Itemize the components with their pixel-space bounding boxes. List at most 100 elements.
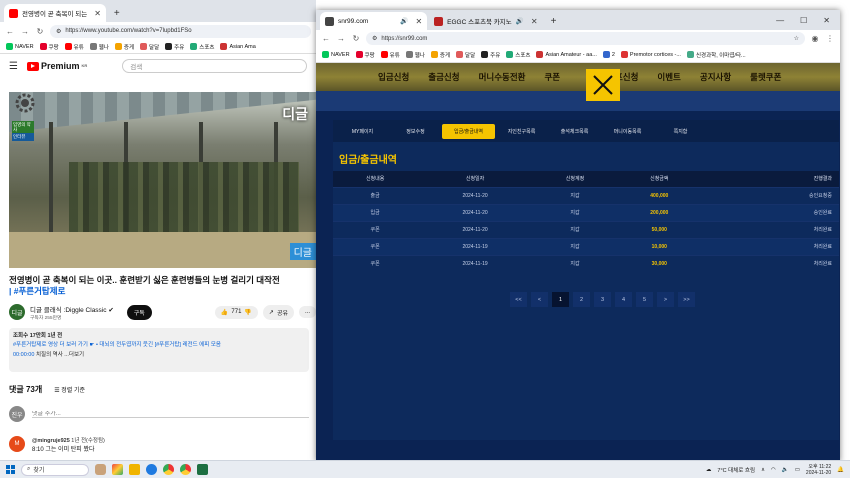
description-line[interactable]: #푸른거탑제로 영상 더 보러 가기 ☛ • 대뇌의 전두엽까지 웃긴 [#푸른…	[13, 341, 305, 350]
bookmark-item[interactable]: 증게	[430, 51, 450, 59]
bookmark-item[interactable]: Asian Ama	[220, 43, 256, 50]
file-explorer-icon[interactable]	[129, 464, 140, 475]
task-view-icon[interactable]	[112, 464, 123, 475]
subtab-deposit-history[interactable]: 입금/출금내역	[442, 123, 495, 139]
nav-coupon[interactable]: 쿠폰	[544, 71, 560, 83]
page-4-button[interactable]: 4	[615, 292, 632, 307]
subscribe-button[interactable]: 구독	[126, 304, 152, 320]
site-info-icon[interactable]: ⚙	[372, 35, 377, 42]
bookmark-item[interactable]: 주유	[481, 51, 500, 59]
nav-withdraw[interactable]: 출금신청	[428, 71, 459, 83]
page-prev-button[interactable]: <	[531, 292, 548, 307]
forward-icon[interactable]: →	[20, 27, 30, 36]
subtab-edit-info[interactable]: 정보수정	[389, 124, 442, 139]
kebab-menu-icon[interactable]: ⋮	[825, 34, 835, 43]
subtab-messages[interactable]: 쪽지함	[654, 124, 707, 139]
bookmark-item[interactable]: NAVER	[322, 51, 350, 58]
tab-snr99[interactable]: snr99.com 🔊 ✕	[320, 12, 428, 30]
bookmark-item[interactable]: 스포츠	[506, 51, 530, 59]
chrome-icon[interactable]	[180, 464, 191, 475]
channel-name[interactable]: 디글 클래식 :Diggle Classic ✔	[30, 304, 114, 314]
new-tab-button[interactable]: +	[108, 8, 126, 22]
video-description[interactable]: 조회수 17만회 1년 전 #푸른거탑제로 영상 더 보러 가기 ☛ • 대뇌의…	[9, 328, 309, 372]
page-first-button[interactable]: <<	[510, 292, 527, 307]
thumbs-down-icon[interactable]: 👎	[244, 309, 251, 316]
bookmark-item[interactable]: 증게	[114, 43, 134, 51]
commenter-avatar[interactable]: M	[9, 436, 25, 452]
bookmark-item[interactable]: 신경과학, 이마엽/타...	[686, 51, 746, 59]
close-icon[interactable]: ✕	[531, 17, 538, 26]
bookmark-item[interactable]: 쿠팡	[355, 51, 375, 59]
bookmark-star-icon[interactable]: ☆	[794, 35, 799, 42]
subtab-money-transfer[interactable]: 머니이동목록	[601, 124, 654, 139]
description-more[interactable]: 치질의 역사 ...더보기	[36, 352, 84, 358]
clock[interactable]: 오후 11:22 2024-11-20	[806, 464, 831, 476]
nav-roulette[interactable]: 룰렛쿠폰	[750, 71, 781, 83]
speaker-icon[interactable]: 🔊	[400, 17, 408, 25]
volume-icon[interactable]: 🔈	[782, 467, 789, 473]
page-2-button[interactable]: 2	[573, 292, 590, 307]
new-tab-button[interactable]: +	[545, 16, 563, 30]
chevron-up-icon[interactable]: ∧	[761, 467, 765, 473]
page-next-button[interactable]: >	[657, 292, 674, 307]
minimize-icon[interactable]: —	[776, 16, 784, 25]
url-field[interactable]: ⚙ https://www.youtube.com/watch?v=7lupbd…	[50, 24, 311, 38]
speaker-icon[interactable]: 🔊	[516, 17, 524, 25]
tab-eggc[interactable]: EGGC 스포츠북 카지노 🔊 ✕	[429, 12, 542, 30]
nav-money-convert[interactable]: 머니수동전환	[479, 71, 526, 83]
like-button[interactable]: 👍 771 👎	[214, 305, 258, 319]
edge-browser-icon[interactable]	[146, 464, 157, 475]
maximize-icon[interactable]: ☐	[800, 16, 807, 25]
more-actions-button[interactable]: ...	[298, 306, 316, 318]
subtab-mypage[interactable]: MY페이지	[336, 124, 389, 139]
close-popup-button[interactable]	[586, 69, 620, 101]
wifi-icon[interactable]: ◠	[771, 467, 776, 473]
search-input[interactable]: 검색	[122, 59, 307, 73]
nav-notice[interactable]: 공지사항	[700, 71, 731, 83]
youtube-logo[interactable]: Premium KR	[26, 61, 87, 71]
tab-youtube[interactable]: 전영병이 곧 축복이 되는 ✕	[4, 4, 106, 22]
notification-bell-icon[interactable]: 🔔	[837, 467, 844, 473]
excel-icon[interactable]	[197, 464, 208, 475]
profile-icon[interactable]: ◉	[810, 34, 820, 43]
bookmark-item[interactable]: 웹나	[405, 51, 425, 59]
bookmark-item[interactable]: Asian Amateur - aa...	[536, 51, 597, 58]
battery-icon[interactable]: ▭	[795, 467, 800, 473]
bookmark-item[interactable]: 달달	[140, 43, 159, 51]
page-5-button[interactable]: 5	[636, 292, 653, 307]
nav-deposit[interactable]: 입금신청	[378, 71, 409, 83]
bookmark-item[interactable]: 웹나	[89, 43, 109, 51]
timestamp-link[interactable]: 00:00:00	[13, 352, 34, 358]
weather-text[interactable]: 7°C 대체로 흐림	[717, 466, 755, 474]
sort-button[interactable]: ☰ 정렬 기준	[54, 385, 85, 394]
bookmark-item[interactable]: NAVER	[6, 43, 34, 50]
weather-icon[interactable]: ☁	[706, 467, 712, 473]
menu-icon[interactable]: ☰	[9, 61, 18, 72]
bookmark-item[interactable]: Premotor cortices -...	[620, 51, 681, 58]
back-icon[interactable]: ←	[5, 27, 15, 36]
subtab-attendance[interactable]: 출석체크목록	[548, 124, 601, 139]
widget-thumbnail-icon[interactable]	[95, 464, 106, 475]
close-icon[interactable]: ✕	[415, 17, 422, 26]
bookmark-item[interactable]: 달달	[456, 51, 475, 59]
nav-event[interactable]: 이벤트	[657, 71, 680, 83]
forward-icon[interactable]: →	[336, 34, 346, 43]
page-last-button[interactable]: >>	[678, 292, 695, 307]
channel-avatar[interactable]: 디글	[9, 304, 25, 320]
taskbar-search[interactable]: ⌕ 찾기	[21, 463, 89, 476]
reload-icon[interactable]: ↻	[351, 34, 361, 43]
bookmark-item[interactable]: 주유	[165, 43, 184, 51]
video-hashtag-link[interactable]: | #푸른거탑제로	[9, 286, 316, 297]
close-icon[interactable]: ✕	[94, 9, 101, 18]
close-window-icon[interactable]: ✕	[823, 16, 830, 25]
site-info-icon[interactable]: ⚙	[56, 28, 61, 35]
chrome-icon[interactable]	[163, 464, 174, 475]
subtab-friends[interactable]: 지인친구목록	[495, 124, 548, 139]
bookmark-item[interactable]: 2	[602, 51, 615, 58]
bookmark-item[interactable]: 쿠팡	[39, 43, 59, 51]
comment-input[interactable]	[32, 410, 309, 418]
reload-icon[interactable]: ↻	[35, 27, 45, 36]
bookmark-item[interactable]: 스포츠	[190, 43, 214, 51]
page-3-button[interactable]: 3	[594, 292, 611, 307]
windows-start-icon[interactable]	[6, 465, 15, 474]
